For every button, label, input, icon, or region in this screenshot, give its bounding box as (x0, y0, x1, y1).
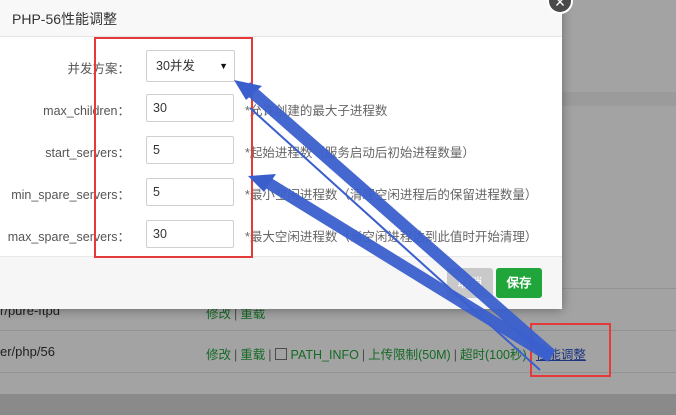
annotation-arrows (234, 80, 555, 371)
